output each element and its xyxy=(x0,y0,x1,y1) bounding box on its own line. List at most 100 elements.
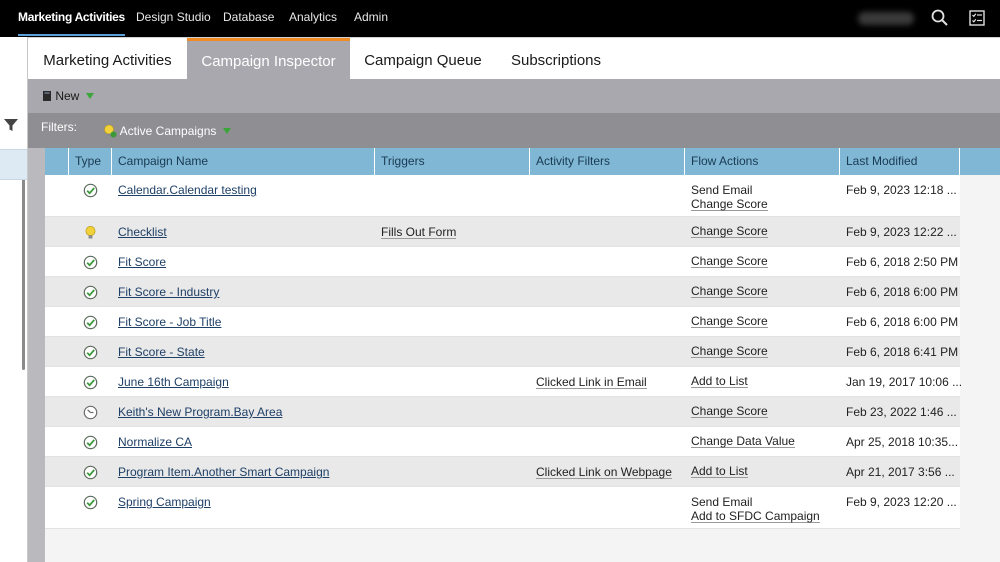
table-row[interactable]: Fit Score - Job Title Change Score Feb 6, … xyxy=(45,307,960,337)
table-row[interactable]: Calendar.Calendar testing Send Email Chang… xyxy=(45,175,960,217)
new-button-label: New xyxy=(55,89,80,103)
scheduled-campaign-icon xyxy=(83,405,98,420)
table-row[interactable]: Spring Campaign Send Email Add to SFDC Cam… xyxy=(45,487,960,529)
tree-scrollbar[interactable] xyxy=(22,165,25,370)
batch-campaign-icon xyxy=(83,285,98,300)
flow-actions-cell: Change Score xyxy=(691,315,768,328)
flow-action-item[interactable]: Add to SFDC Campaign xyxy=(691,510,820,523)
activity-filters-cell[interactable]: Clicked Link in Email xyxy=(536,375,647,389)
flow-actions-cell: Change Score xyxy=(691,255,768,268)
tab-campaign-inspector[interactable]: Campaign Inspector xyxy=(187,38,350,80)
last-modified-cell: Feb 9, 2023 12:18 ... xyxy=(846,183,957,197)
flow-action-item[interactable]: Change Score xyxy=(691,285,768,298)
last-modified-cell: Feb 6, 2018 2:50 PM xyxy=(846,255,959,269)
flow-action-item[interactable]: Send Email xyxy=(691,495,820,509)
last-modified-cell: Feb 23, 2022 1:46 ... xyxy=(846,405,957,419)
last-modified-cell: Feb 6, 2018 6:41 PM xyxy=(846,345,959,359)
flow-action-item[interactable]: Change Data Value xyxy=(691,435,795,448)
nav-analytics[interactable]: Analytics xyxy=(289,0,337,37)
active-campaigns-label: Active Campaigns xyxy=(119,124,217,138)
filter-icon[interactable] xyxy=(3,117,19,133)
flow-action-item[interactable]: Change Score xyxy=(691,225,768,238)
batch-campaign-icon xyxy=(83,435,98,450)
column-header-activity-filters[interactable]: Activity Filters xyxy=(530,148,685,175)
batch-campaign-icon xyxy=(83,375,98,390)
flow-action-item[interactable]: Change Score xyxy=(691,345,768,358)
flow-action-item[interactable]: Change Score xyxy=(691,315,768,328)
left-rail xyxy=(0,37,28,562)
chevron-down-icon xyxy=(222,128,231,134)
flow-actions-cell: Change Data Value xyxy=(691,435,795,448)
campaign-name-link[interactable]: Checklist xyxy=(118,225,167,239)
triggers-cell[interactable]: Fills Out Form xyxy=(381,225,457,239)
flow-actions-cell: Send Email Change Score xyxy=(691,183,768,211)
campaign-name-link[interactable]: Program Item.Another Smart Campaign xyxy=(118,465,329,479)
column-header-type[interactable]: Type xyxy=(69,148,112,175)
tab-subscriptions[interactable]: Subscriptions xyxy=(496,38,616,80)
campaign-name-link[interactable]: Normalize CA xyxy=(118,435,192,449)
campaign-name-link[interactable]: Keith's New Program.Bay Area xyxy=(118,405,282,419)
trigger-link[interactable]: Fills Out Form xyxy=(381,226,457,239)
campaign-name-link[interactable]: Fit Score - Industry xyxy=(118,285,219,299)
nav-admin[interactable]: Admin xyxy=(354,0,388,37)
chevron-down-icon xyxy=(85,93,94,99)
table-row[interactable]: Keith's New Program.Bay Area Change Score… xyxy=(45,397,960,427)
nav-design-studio[interactable]: Design Studio xyxy=(136,0,211,37)
activity-filters-cell[interactable]: Clicked Link on Webpage xyxy=(536,465,672,479)
campaign-name-link[interactable]: June 16th Campaign xyxy=(118,375,229,389)
last-modified-cell: Feb 9, 2023 12:20 ... xyxy=(846,495,957,509)
tab-strip: Marketing Activities Campaign Inspector … xyxy=(28,37,1000,80)
active-campaigns-filter[interactable]: Active Campaigns xyxy=(103,124,231,140)
batch-campaign-icon xyxy=(83,495,98,510)
user-menu[interactable] xyxy=(858,12,914,25)
flow-action-item[interactable]: Send Email xyxy=(691,183,768,197)
grid-gutter xyxy=(28,148,45,562)
table-body: Calendar.Calendar testing Send Email Chang… xyxy=(45,175,962,529)
table-row[interactable]: Program Item.Another Smart Campaign Click… xyxy=(45,457,960,487)
lightbulb-icon xyxy=(104,124,117,138)
search-icon[interactable] xyxy=(930,8,950,28)
flow-action-item[interactable]: Add to List xyxy=(691,375,748,388)
batch-campaign-icon xyxy=(83,465,98,480)
activity-filter-link[interactable]: Clicked Link on Webpage xyxy=(536,466,672,479)
flow-action-item[interactable]: Change Score xyxy=(691,405,768,418)
table-row[interactable]: Normalize CA Change Data Value Apr 25, 201… xyxy=(45,427,960,457)
top-navigation-bar: Marketing Activities Design Studio Datab… xyxy=(0,0,1000,37)
tree-selected-item[interactable] xyxy=(0,149,27,180)
nav-marketing-activities[interactable]: Marketing Activities xyxy=(18,0,125,37)
campaign-name-link[interactable]: Fit Score xyxy=(118,255,166,269)
checklist-icon[interactable] xyxy=(967,8,987,28)
flow-action-item[interactable]: Change Score xyxy=(691,255,768,268)
table-row[interactable]: Fit Score - State Change Score Feb 6, 2018… xyxy=(45,337,960,367)
flow-actions-cell: Send Email Add to SFDC Campaign xyxy=(691,495,820,523)
last-modified-cell: Apr 25, 2018 10:35... xyxy=(846,435,959,449)
trigger-campaign-icon xyxy=(83,225,98,240)
table-row[interactable]: Fit Score - Industry Change Score Feb 6, 2… xyxy=(45,277,960,307)
flow-actions-cell: Add to List xyxy=(691,465,748,478)
flow-action-item[interactable]: Change Score xyxy=(691,198,768,211)
column-header-last-modified[interactable]: Last Modified xyxy=(840,148,960,175)
new-button[interactable]: New xyxy=(42,89,94,105)
table-row[interactable]: June 16th Campaign Clicked Link in Email A… xyxy=(45,367,962,397)
tab-marketing-activities[interactable]: Marketing Activities xyxy=(28,38,187,80)
campaign-grid: Type Campaign Name Triggers Activity Fil… xyxy=(28,148,1000,562)
table-row[interactable]: Fit Score Change Score Feb 6, 2018 2:50 PM xyxy=(45,247,960,277)
table-row[interactable]: Checklist Fills Out Form Change Score Feb 9… xyxy=(45,217,960,247)
activity-filter-link[interactable]: Clicked Link in Email xyxy=(536,376,647,389)
nav-database[interactable]: Database xyxy=(223,0,274,37)
campaign-name-link[interactable]: Calendar.Calendar testing xyxy=(118,183,257,197)
last-modified-cell: Feb 6, 2018 6:00 PM xyxy=(846,285,959,299)
tab-campaign-queue[interactable]: Campaign Queue xyxy=(350,38,496,80)
filters-label: Filters: xyxy=(41,120,77,134)
filter-bar: Filters: Active Campaigns xyxy=(28,113,1000,148)
column-header-flow-actions[interactable]: Flow Actions xyxy=(685,148,840,175)
column-header-campaign-name[interactable]: Campaign Name xyxy=(112,148,375,175)
batch-campaign-icon xyxy=(83,315,98,330)
campaign-name-link[interactable]: Fit Score - Job Title xyxy=(118,315,221,329)
batch-campaign-icon xyxy=(83,345,98,360)
column-header-spacer xyxy=(45,148,69,175)
campaign-name-link[interactable]: Fit Score - State xyxy=(118,345,205,359)
column-header-triggers[interactable]: Triggers xyxy=(375,148,530,175)
campaign-name-link[interactable]: Spring Campaign xyxy=(118,495,211,509)
flow-action-item[interactable]: Add to List xyxy=(691,465,748,478)
